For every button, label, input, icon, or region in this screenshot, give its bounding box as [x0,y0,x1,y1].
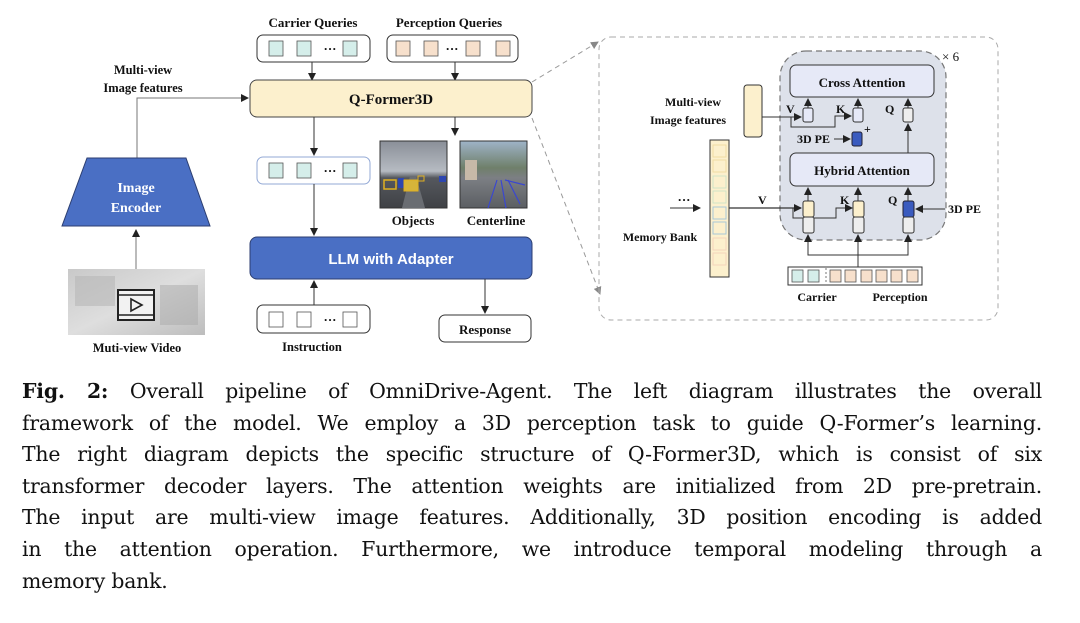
ellipsis: ··· [323,41,336,56]
centerline-image [459,140,528,209]
repeat-count-label: × 6 [942,49,960,64]
caption-label: Fig. 2: [22,379,109,403]
ellipsis: ··· [323,312,336,327]
pe-token [851,131,863,147]
objects-image [379,140,448,209]
query-token-sequence [787,266,923,286]
image-encoder-label: Encoder [111,201,162,216]
ellipsis: ··· [323,163,336,178]
k-label: K [836,102,846,116]
caption-line: transformer decoder layers. The attentio… [22,473,1042,498]
image-features-token [743,84,763,138]
centerline-label: Centerline [467,213,526,228]
image-encoder-block: Image Encoder [61,157,211,227]
qformer3d-label: Q-Former3D [349,92,433,108]
carrier-label: Carrier [797,290,837,304]
perception-queries-label: Perception Queries [396,15,502,30]
memory-bank-label: Memory Bank [623,230,698,244]
v-label: V [758,193,767,207]
perception-label: Perception [872,290,927,304]
hybrid-attention-block: Hybrid Attention [789,152,935,187]
caption-text: Overall pipeline of OmniDrive-Agent. The… [108,379,1042,403]
ellipsis: ··· [677,192,690,207]
video-label: Muti-view Video [93,341,182,355]
qformer3d-block: Q-Former3D [249,79,533,118]
v-label: V [786,102,795,116]
response-box: Response [438,314,532,343]
q-label: Q [885,102,894,116]
objects-label: Objects [392,213,435,228]
hybrid-attention-label: Hybrid Attention [814,163,910,178]
response-label: Response [459,322,511,337]
hybrid-q-token [902,200,915,234]
perception-queries-box: ··· [386,34,519,63]
caption-line: framework of the model. We employ a 3D p… [22,410,1042,435]
instruction-tokens: ··· [256,304,371,334]
cross-attention-label: Cross Attention [819,75,907,90]
llm-adapter-block: LLM with Adapter [249,236,533,280]
memory-bank [709,139,730,278]
cross-k-token [852,107,864,123]
ellipsis: ··· [445,41,458,56]
multiview-features-label: Image features [103,81,182,95]
instruction-label: Instruction [282,340,342,354]
carrier-queries-label: Carrier Queries [269,15,358,30]
cross-q-token [902,107,914,123]
multiview-features-label: Multi-view [114,63,172,77]
multiview-video-thumbnail [68,269,205,335]
carrier-queries-box: ··· [256,34,371,63]
qformer-output-tokens: ··· [256,156,371,185]
k-label: K [840,193,850,207]
pipeline-figure: Carrier Queries ··· Perception Queries ·… [61,15,999,355]
multiview-features-label: Multi-view [665,95,721,109]
pe-label: 3D PE [948,202,981,216]
figure-caption: Fig. 2: Overall pipeline of OmniDrive-Ag… [22,376,1042,597]
caption-line: memory bank. [22,568,168,593]
multiview-features-label: Image features [650,113,726,127]
caption-line: Fig. 2: Overall pipeline of OmniDrive-Ag… [22,376,1042,408]
cross-attention-block: Cross Attention [789,64,935,98]
video-play-icon [117,289,155,321]
llm-adapter-label: LLM with Adapter [328,251,453,268]
caption-line: The input are multi-view image features.… [22,505,1042,530]
q-label: Q [888,193,897,207]
hybrid-k-token [852,200,865,234]
cross-v-token [802,107,814,123]
hybrid-v-token [802,200,815,234]
caption-line: in the attention operation. Furthermore,… [22,536,1042,561]
plus-sign: + [864,122,871,136]
pe-label: 3D PE [797,132,830,146]
image-encoder-label: Image [117,181,154,196]
caption-line: The right diagram depicts the specific s… [22,442,1042,467]
